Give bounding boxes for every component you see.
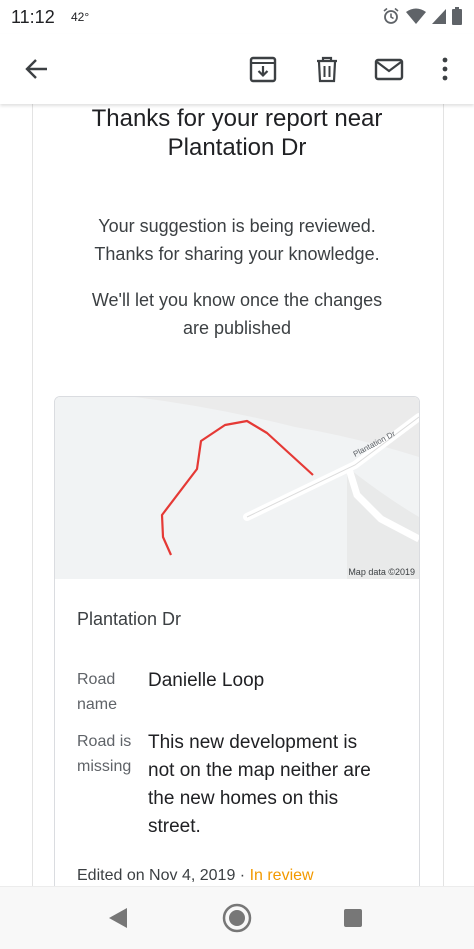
nav-back-icon: [109, 908, 127, 928]
report-card[interactable]: Plantation Dr Map data ©2019 Plantation …: [54, 396, 420, 886]
more-options-button[interactable]: [430, 54, 460, 84]
back-arrow-icon: [25, 59, 47, 79]
battery-icon: [452, 7, 462, 25]
road-name-label: Road name: [77, 667, 147, 717]
nav-home-button[interactable]: [220, 901, 254, 935]
archive-button[interactable]: [248, 54, 278, 84]
system-navigation-bar: [0, 886, 474, 949]
map-graphic: Plantation Dr: [55, 397, 419, 579]
more-vert-icon: [442, 57, 448, 81]
status-icons: [382, 7, 462, 25]
label-line: missing: [77, 758, 132, 775]
archive-icon: [249, 56, 277, 83]
back-button[interactable]: [22, 54, 52, 84]
value-line: not on the map neither are: [148, 760, 371, 781]
publish-message: We'll let you know once the changes are …: [0, 286, 474, 342]
label-line: Road: [77, 671, 116, 688]
value-line: street.: [148, 816, 201, 837]
edited-date: Edited on Nov 4, 2019 ·: [77, 867, 250, 884]
review-message: Your suggestion is being reviewed. Thank…: [0, 212, 474, 268]
place-name: Plantation Dr: [77, 609, 182, 629]
wifi-icon: [406, 8, 426, 24]
cellular-signal-icon: [432, 9, 446, 24]
status-bar: 11:12 42°: [0, 0, 474, 34]
label-line: name: [77, 696, 118, 713]
value-line: This new development is: [148, 732, 358, 753]
message-line: We'll let you know once the changes: [91, 290, 383, 310]
status-time: 11:12: [11, 7, 55, 27]
road-name-value: Danielle Loop: [148, 670, 265, 691]
mark-unread-button[interactable]: [374, 54, 404, 84]
message-line: are published: [182, 318, 292, 338]
alarm-icon: [383, 7, 399, 24]
report-map[interactable]: Plantation Dr Map data ©2019: [55, 397, 419, 579]
delete-icon: [317, 56, 337, 83]
title-line: Plantation Dr: [167, 134, 307, 161]
email-title: Thanks for your report near Plantation D…: [0, 104, 474, 162]
status-temperature: 42°: [71, 10, 90, 24]
nav-recents-icon: [344, 909, 362, 927]
road-missing-label: Road is missing: [77, 729, 147, 779]
mark-unread-icon: [374, 58, 404, 81]
nav-recents-button[interactable]: [336, 901, 370, 935]
map-attribution: Map data ©2019: [348, 567, 415, 577]
delete-button[interactable]: [312, 54, 342, 84]
value-line: the new homes on this: [148, 788, 339, 809]
in-review-badge: In review: [249, 867, 314, 884]
nav-home-icon: [222, 903, 252, 933]
edit-status: Edited on Nov 4, 2019 · In review: [77, 867, 314, 885]
message-line: Thanks for sharing your knowledge.: [94, 244, 380, 264]
email-body[interactable]: Thanks for your report near Plantation D…: [0, 104, 474, 886]
road-missing-value: This new development is not on the map n…: [148, 729, 398, 841]
label-line: Road is: [77, 733, 132, 750]
message-line: Your suggestion is being reviewed.: [98, 216, 376, 236]
nav-back-button[interactable]: [101, 901, 135, 935]
top-app-bar: [0, 34, 474, 104]
title-line: Thanks for your report near: [91, 105, 383, 132]
